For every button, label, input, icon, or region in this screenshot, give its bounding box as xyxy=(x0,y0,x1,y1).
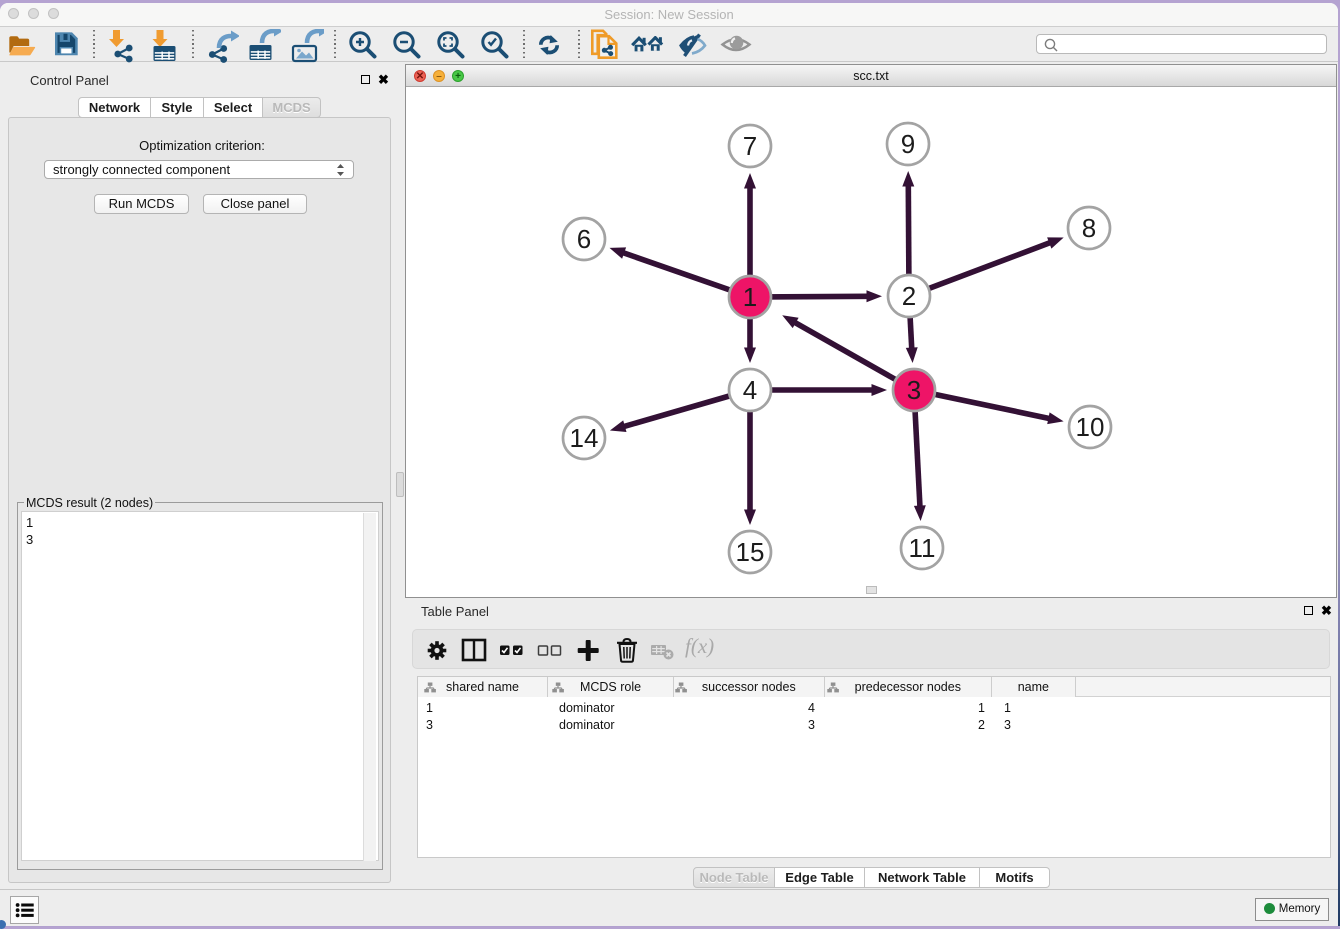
svg-text:2: 2 xyxy=(902,281,916,311)
svg-text:10: 10 xyxy=(1076,412,1105,442)
svg-text:14: 14 xyxy=(570,423,599,453)
svg-text:7: 7 xyxy=(743,131,757,161)
svg-text:15: 15 xyxy=(736,537,765,567)
svg-text:8: 8 xyxy=(1082,213,1096,243)
svg-text:1: 1 xyxy=(743,282,757,312)
svg-text:9: 9 xyxy=(901,129,915,159)
svg-text:4: 4 xyxy=(743,375,757,405)
svg-text:3: 3 xyxy=(907,375,921,405)
svg-text:11: 11 xyxy=(909,533,936,563)
svg-text:6: 6 xyxy=(577,224,591,254)
